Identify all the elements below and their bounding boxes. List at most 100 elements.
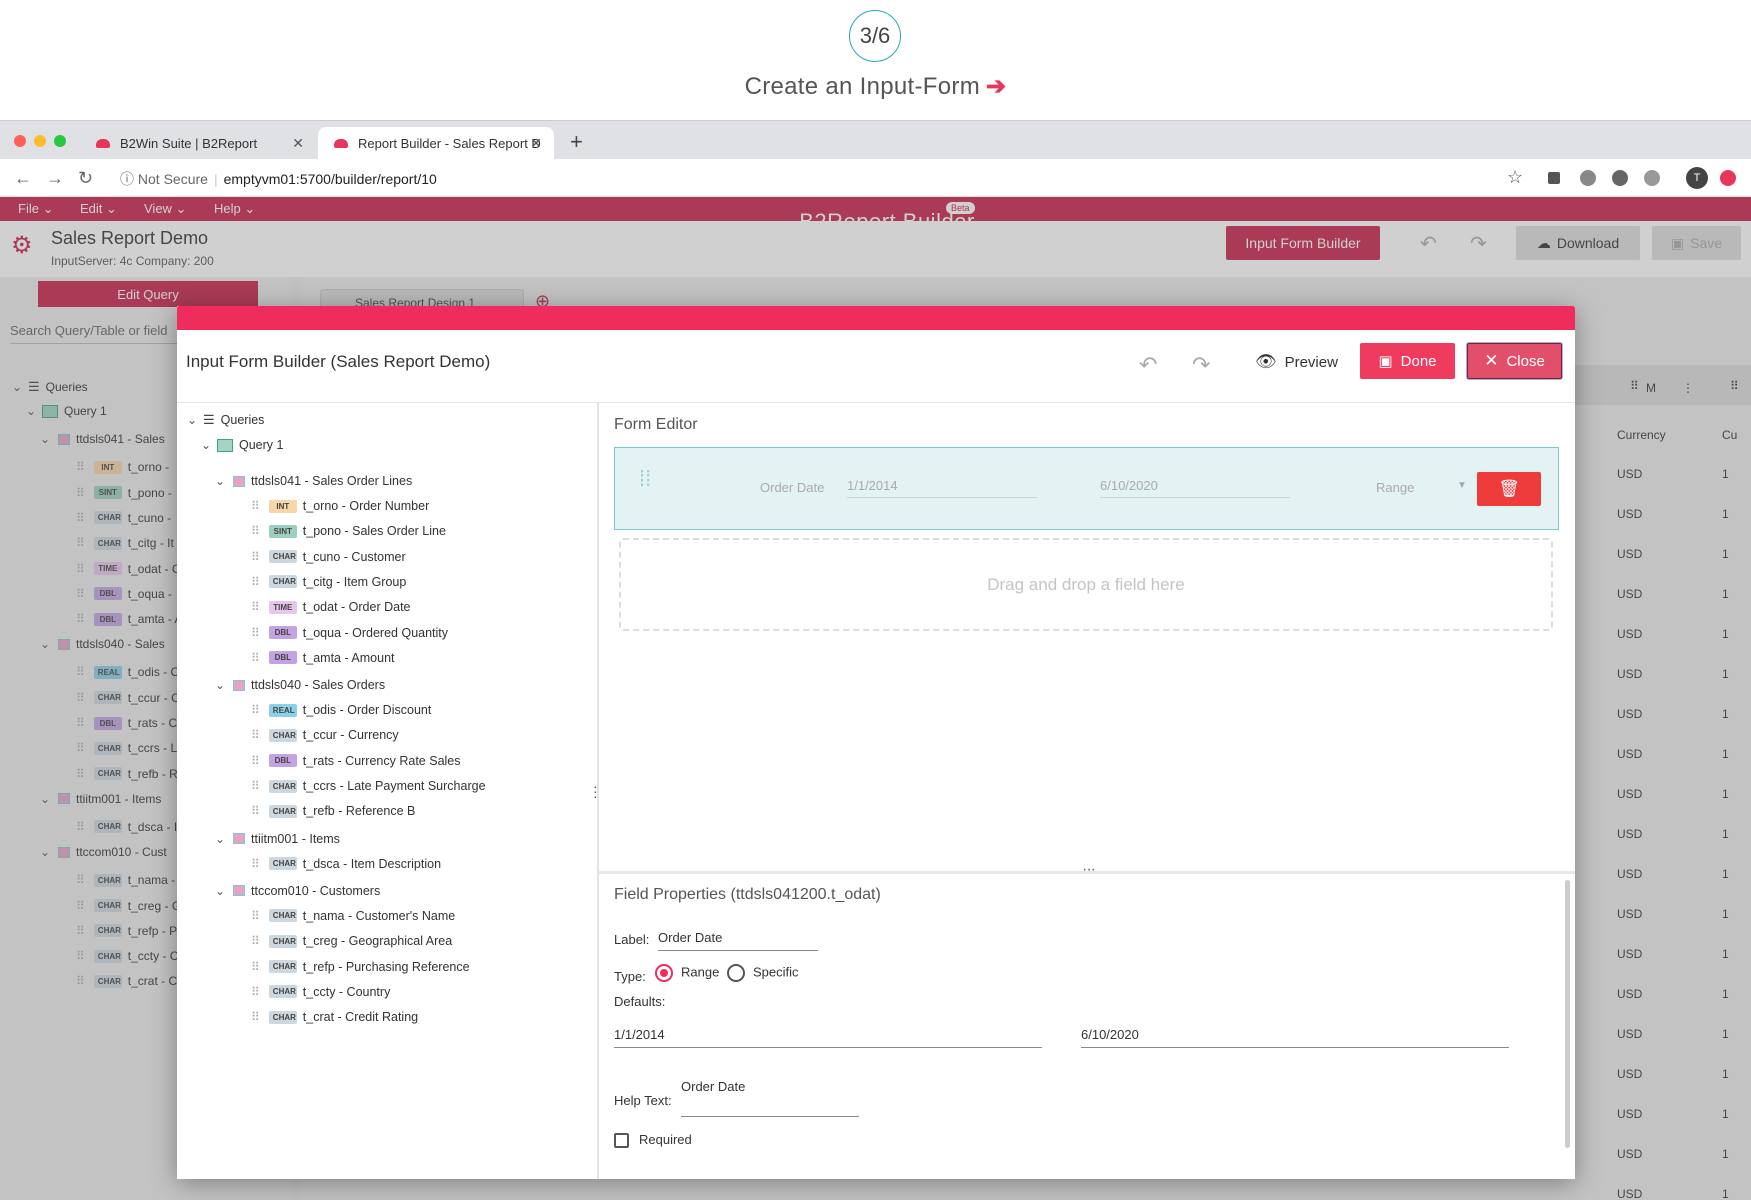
back-icon[interactable]: ← bbox=[14, 168, 32, 189]
required-checkbox[interactable]: Required bbox=[614, 1132, 692, 1149]
forward-icon[interactable]: → bbox=[46, 168, 64, 189]
form-field-mode-select[interactable]: Range bbox=[1376, 480, 1414, 495]
done-button[interactable]: ▣ Done bbox=[1360, 343, 1455, 379]
undo-icon[interactable]: ↶ bbox=[1139, 352, 1157, 378]
close-label: Close bbox=[1506, 352, 1545, 370]
chevron-down-icon[interactable]: ⌄ bbox=[215, 884, 231, 898]
tree-field[interactable]: ⠿ INT t_orno - Order Number bbox=[251, 497, 429, 515]
tree-field[interactable]: ⠿ CHAR t_crat - Credit Rating bbox=[251, 1008, 418, 1026]
type-badge: CHAR bbox=[268, 575, 297, 589]
tree-table[interactable]: ⌄ ttccom010 - Customers bbox=[215, 882, 380, 900]
form-field-to-input[interactable]: 6/10/2020 bbox=[1100, 478, 1290, 498]
drag-handle-icon[interactable]: ⁞⁞ bbox=[639, 468, 651, 490]
browser-tab-b2win[interactable]: B2Win Suite | B2Report ✕ bbox=[80, 127, 316, 159]
drag-handle-icon[interactable]: ⠿ bbox=[251, 575, 260, 589]
type-specific-radio[interactable]: Specific bbox=[727, 964, 799, 982]
splitter-grip-icon[interactable]: ··· bbox=[593, 779, 598, 803]
tree-field-label: t_refp - Purchasing Reference bbox=[302, 959, 470, 974]
drag-handle-icon[interactable]: ⠿ bbox=[251, 626, 260, 640]
chevron-down-icon[interactable]: ⌄ bbox=[215, 678, 231, 692]
extension-icon[interactable] bbox=[1644, 170, 1660, 186]
close-tab-icon[interactable]: ✕ bbox=[292, 135, 304, 152]
tree-table-label: ttccom010 - Customers bbox=[251, 883, 381, 898]
properties-scrollbar[interactable] bbox=[1565, 880, 1570, 1148]
new-tab-icon[interactable]: + bbox=[570, 129, 583, 155]
help-text-input[interactable]: Order Date bbox=[681, 1079, 859, 1117]
drag-handle-icon[interactable]: ⠿ bbox=[251, 804, 260, 818]
url-separator: | bbox=[213, 171, 218, 187]
drag-handle-icon[interactable]: ⠿ bbox=[251, 754, 260, 768]
tree-field[interactable]: ⠿ DBL t_rats - Currency Rate Sales bbox=[251, 752, 461, 770]
reload-icon[interactable]: ↻ bbox=[78, 168, 93, 189]
preview-button[interactable]: 👁 Preview bbox=[1255, 352, 1338, 372]
browser-tab-report-builder[interactable]: Report Builder - Sales Report D ✕ bbox=[318, 127, 554, 159]
extension-icon[interactable] bbox=[1720, 170, 1736, 186]
url-field[interactable]: ⓘ Not Secure | emptyvm01:5700/builder/repo… bbox=[120, 169, 437, 189]
default-to-input[interactable]: 6/10/2020 bbox=[1081, 1027, 1509, 1048]
tree-field-label: t_rats - Currency Rate Sales bbox=[302, 753, 461, 768]
maximize-window-icon[interactable] bbox=[54, 135, 66, 147]
radio-unselected-icon bbox=[727, 964, 745, 982]
chevron-down-icon[interactable]: ▼ bbox=[1457, 480, 1467, 491]
default-from-input[interactable]: 1/1/2014 bbox=[614, 1027, 1042, 1048]
drag-handle-icon[interactable]: ⠿ bbox=[251, 857, 260, 871]
close-button[interactable]: ✕ Close bbox=[1467, 343, 1562, 379]
tree-field[interactable]: ⠿ REAL t_odis - Order Discount bbox=[251, 701, 431, 719]
drag-handle-icon[interactable]: ⠿ bbox=[251, 934, 260, 948]
drag-handle-icon[interactable]: ⠿ bbox=[251, 600, 260, 614]
eyedropper-icon[interactable] bbox=[1548, 172, 1560, 184]
drag-handle-icon[interactable]: ⠿ bbox=[251, 550, 260, 564]
tree-field-label: t_citg - Item Group bbox=[302, 574, 407, 589]
chevron-down-icon[interactable]: ⌄ bbox=[215, 474, 231, 488]
drag-handle-icon[interactable]: ⠿ bbox=[251, 499, 260, 513]
tree-root-queries[interactable]: ⌄ ☰ Queries bbox=[187, 411, 264, 429]
tree-field[interactable]: ⠿ CHAR t_citg - Item Group bbox=[251, 573, 406, 591]
drag-handle-icon[interactable]: ⠿ bbox=[251, 1010, 260, 1024]
drag-handle-icon[interactable]: ⠿ bbox=[251, 779, 260, 793]
drop-zone[interactable]: Drag and drop a field here bbox=[619, 538, 1553, 631]
form-field-from-input[interactable]: 1/1/2014 bbox=[847, 478, 1037, 498]
drive-icon[interactable] bbox=[1580, 170, 1596, 186]
tree-field[interactable]: ⠿ CHAR t_ccur - Currency bbox=[251, 726, 399, 744]
tree-field[interactable]: ⠿ TIME t_odat - Order Date bbox=[251, 598, 411, 616]
drag-handle-icon[interactable]: ⠿ bbox=[251, 703, 260, 717]
delete-field-button[interactable]: 🗑 bbox=[1477, 472, 1541, 506]
drag-handle-icon[interactable]: ⠿ bbox=[251, 651, 260, 665]
tree-table[interactable]: ⌄ ttiitm001 - Items bbox=[215, 830, 340, 848]
tree-field[interactable]: ⠿ CHAR t_refp - Purchasing Reference bbox=[251, 958, 470, 976]
chevron-down-icon[interactable]: ⌄ bbox=[201, 438, 217, 452]
tree-field[interactable]: ⠿ CHAR t_dsca - Item Description bbox=[251, 855, 441, 873]
drag-handle-icon[interactable]: ⠿ bbox=[251, 960, 260, 974]
tree-table[interactable]: ⌄ ttdsls041 - Sales Order Lines bbox=[215, 472, 412, 490]
tree-field[interactable]: ⠿ CHAR t_refb - Reference B bbox=[251, 802, 415, 820]
label-input[interactable]: Order Date bbox=[658, 930, 818, 951]
form-editor-title: Form Editor bbox=[614, 416, 698, 433]
avatar[interactable]: T bbox=[1686, 167, 1708, 189]
chevron-down-icon[interactable]: ⌄ bbox=[215, 832, 231, 846]
tree-field[interactable]: ⠿ SINT t_pono - Sales Order Line bbox=[251, 522, 446, 540]
drag-handle-icon[interactable]: ⠿ bbox=[251, 909, 260, 923]
tree-table[interactable]: ⌄ ttdsls040 - Sales Orders bbox=[215, 676, 385, 694]
type-range-radio[interactable]: Range bbox=[655, 964, 719, 982]
tree-table-label: ttdsls040 - Sales Orders bbox=[251, 678, 386, 693]
chevron-down-icon[interactable]: ⌄ bbox=[187, 413, 203, 427]
tree-query-1[interactable]: ⌄ Query 1 bbox=[201, 436, 283, 454]
tree-field[interactable]: ⠿ CHAR t_ccrs - Late Payment Surcharge bbox=[251, 777, 486, 795]
tree-field[interactable]: ⠿ CHAR t_nama - Customer's Name bbox=[251, 907, 455, 925]
tree-field[interactable]: ⠿ CHAR t_creg - Geographical Area bbox=[251, 932, 452, 950]
close-window-icon[interactable] bbox=[14, 135, 26, 147]
drag-handle-icon[interactable]: ⠿ bbox=[251, 728, 260, 742]
tree-field[interactable]: ⠿ DBL t_oqua - Ordered Quantity bbox=[251, 624, 448, 642]
tree-field[interactable]: ⠿ CHAR t_cuno - Customer bbox=[251, 548, 406, 566]
minimize-window-icon[interactable] bbox=[34, 135, 46, 147]
form-field-order-date[interactable]: ⁞⁞ Order Date 1/1/2014 6/10/2020 Range ▼… bbox=[614, 447, 1559, 530]
tree-field[interactable]: ⠿ CHAR t_ccty - Country bbox=[251, 983, 390, 1001]
splitter-grip-icon[interactable]: ··· bbox=[1082, 861, 1096, 879]
tree-field[interactable]: ⠿ DBL t_amta - Amount bbox=[251, 649, 395, 667]
close-tab-icon[interactable]: ✕ bbox=[530, 135, 542, 152]
redo-icon[interactable]: ↷ bbox=[1192, 352, 1210, 378]
extension-icon[interactable] bbox=[1612, 170, 1628, 186]
drag-handle-icon[interactable]: ⠿ bbox=[251, 524, 260, 538]
drag-handle-icon[interactable]: ⠿ bbox=[251, 985, 260, 999]
star-icon[interactable]: ☆ bbox=[1507, 167, 1523, 188]
